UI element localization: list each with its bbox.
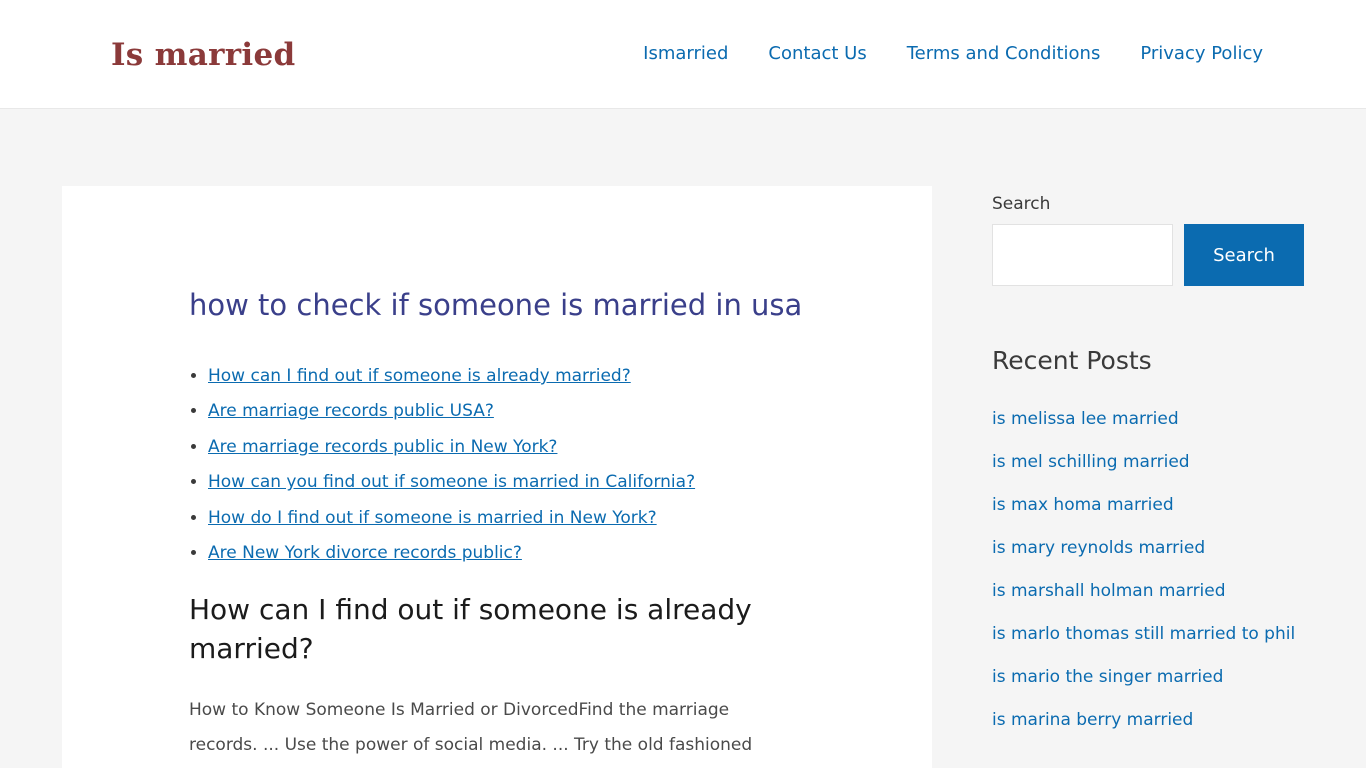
toc-link[interactable]: Are marriage records public USA? xyxy=(208,401,494,421)
nav-item-privacy-policy[interactable]: Privacy Policy xyxy=(1140,42,1263,66)
toc-link[interactable]: Are marriage records public in New York? xyxy=(208,437,557,457)
recent-post-link[interactable]: is mel schilling married xyxy=(992,452,1190,472)
search-input[interactable] xyxy=(992,224,1173,286)
site-logo[interactable]: Is married xyxy=(111,34,295,76)
list-item: How can you find out if someone is marri… xyxy=(208,471,789,493)
toc-link[interactable]: How can you find out if someone is marri… xyxy=(208,472,695,492)
list-item: is max homa married xyxy=(992,486,1304,524)
toc-link[interactable]: How can I find out if someone is already… xyxy=(208,366,631,386)
article-content: how to check if someone is married in us… xyxy=(189,286,803,763)
list-item: How do I find out if someone is married … xyxy=(208,507,789,529)
search-form: Search xyxy=(992,224,1304,286)
nav-item-ismarried[interactable]: Ismarried xyxy=(643,42,728,66)
list-item: Are New York divorce records public? xyxy=(208,542,789,564)
site-header: Is married Ismarried Contact Us Terms an… xyxy=(0,0,1366,109)
nav-item-contact-us[interactable]: Contact Us xyxy=(768,42,866,66)
list-item: is marshall holman married xyxy=(992,572,1304,610)
search-button[interactable]: Search xyxy=(1184,224,1304,286)
list-item: is mel schilling married xyxy=(992,443,1304,481)
list-item: is marlo thomas still married to phil xyxy=(992,615,1304,653)
list-item: is melissa lee married xyxy=(992,400,1304,438)
recent-post-link[interactable]: is marshall holman married xyxy=(992,581,1226,601)
section-heading: How can I find out if someone is already… xyxy=(189,592,752,665)
recent-posts-list: is melissa lee married is mel schilling … xyxy=(992,400,1304,739)
recent-posts-title: Recent Posts xyxy=(992,346,1152,375)
list-item: How can I find out if someone is already… xyxy=(208,365,789,387)
recent-post-link[interactable]: is marlo thomas still married to phil xyxy=(992,624,1295,644)
recent-post-link[interactable]: is mary reynolds married xyxy=(992,538,1205,558)
body-paragraph: How to Know Someone Is Married or Divorc… xyxy=(189,699,753,755)
post-title: how to check if someone is married in us… xyxy=(189,288,803,322)
recent-post-link[interactable]: is melissa lee married xyxy=(992,409,1179,429)
toc-link[interactable]: Are New York divorce records public? xyxy=(208,543,522,563)
list-item: is marina berry married xyxy=(992,701,1304,739)
table-of-contents: How can I find out if someone is already… xyxy=(189,365,789,564)
recent-post-link[interactable]: is marina berry married xyxy=(992,710,1193,730)
sidebar: Search Search Recent Posts is melissa le… xyxy=(992,190,1304,744)
article-card: how to check if someone is married in us… xyxy=(62,186,932,768)
list-item: Are marriage records public USA? xyxy=(208,400,789,422)
nav-item-terms-and-conditions[interactable]: Terms and Conditions xyxy=(907,42,1101,66)
list-item: is mary reynolds married xyxy=(992,529,1304,567)
recent-post-link[interactable]: is mario the singer married xyxy=(992,667,1223,687)
list-item: is mario the singer married xyxy=(992,658,1304,696)
recent-post-link[interactable]: is max homa married xyxy=(992,495,1174,515)
search-label: Search xyxy=(992,194,1051,214)
toc-link[interactable]: How do I find out if someone is married … xyxy=(208,508,657,528)
main-nav: Ismarried Contact Us Terms and Condition… xyxy=(643,42,1263,66)
list-item: Are marriage records public in New York? xyxy=(208,436,789,458)
